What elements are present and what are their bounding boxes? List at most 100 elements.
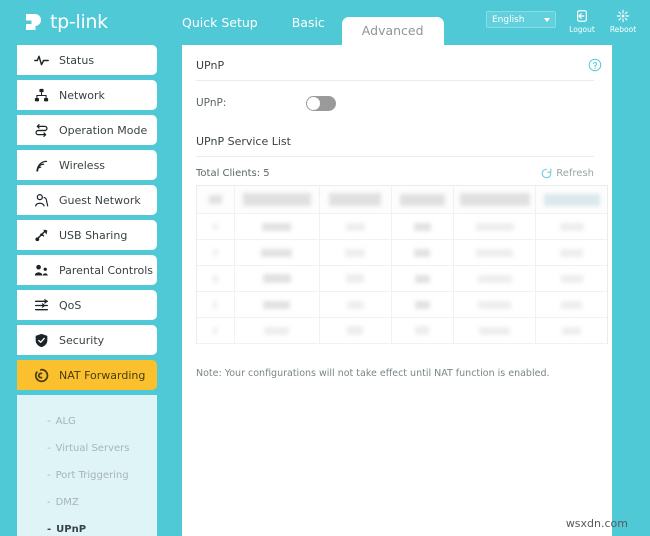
table-cell <box>454 292 537 317</box>
table-cell <box>197 318 235 343</box>
sidebar-subitem-port-triggering[interactable]: - Port Triggering <box>17 462 157 489</box>
table-cell <box>392 318 455 343</box>
sidebar-item-wireless[interactable]: Wireless <box>17 150 157 180</box>
logout-button[interactable]: Logout <box>567 8 597 34</box>
sidebar-item-label: Parental Controls <box>59 263 153 277</box>
table-header-cell <box>320 186 392 213</box>
upnp-section-title: UPnP <box>196 59 225 72</box>
table-cell <box>320 318 392 343</box>
sidebar-item-label: USB Sharing <box>59 228 128 242</box>
refresh-label: Refresh <box>556 167 594 179</box>
upnp-toggle-switch[interactable] <box>306 95 336 111</box>
help-question-icon[interactable] <box>588 57 602 72</box>
submenu-dash: - <box>47 497 51 508</box>
chevron-down-icon <box>544 17 550 22</box>
nat-note: Note: Your configurations will not take … <box>196 368 550 379</box>
submenu-dash: - <box>47 443 51 454</box>
sidebar-subitem-upnp[interactable]: - UPnP <box>17 516 157 536</box>
table-cell <box>197 240 235 265</box>
table-cell <box>235 266 320 291</box>
refresh-icon <box>541 164 552 183</box>
table-cell <box>536 266 607 291</box>
sidebar-subitem-dmz[interactable]: - DMZ <box>17 489 157 516</box>
sidebar-item-label: Network <box>59 88 105 102</box>
table-cell <box>392 292 455 317</box>
logout-label: Logout <box>569 25 595 34</box>
usb-icon <box>34 228 52 243</box>
qos-sliders-icon <box>34 298 52 313</box>
table-cell <box>197 292 235 317</box>
submenu-dash: - <box>47 524 52 535</box>
sidebar-item-security[interactable]: Security <box>17 325 157 355</box>
sidebar-subitem-label: Virtual Servers <box>55 443 130 454</box>
table-header-cell <box>454 186 537 213</box>
table-row[interactable] <box>197 318 607 344</box>
sidebar-subitem-label: DMZ <box>55 497 79 508</box>
sidebar-item-nat-forwarding[interactable]: NAT Forwarding <box>17 360 157 390</box>
brand-name: tp-link <box>50 10 108 33</box>
sidebar-item-usb-sharing[interactable]: USB Sharing <box>17 220 157 250</box>
table-header-row <box>197 186 607 214</box>
header-controls: English Logout Reboot <box>486 8 638 34</box>
sidebar-item-label: Guest Network <box>59 193 141 207</box>
table-cell <box>536 292 607 317</box>
sidebar-subitem-label: Port Triggering <box>55 470 129 481</box>
table-cell <box>536 318 607 343</box>
sidebar-submenu-nat-forwarding: - ALG - Virtual Servers - Port Triggering -… <box>17 395 157 536</box>
table-header-cell <box>197 186 235 213</box>
table-cell <box>454 318 537 343</box>
upnp-service-table <box>196 185 608 344</box>
table-cell <box>454 266 537 291</box>
sidebar-item-label: Status <box>59 53 95 67</box>
network-tree-icon <box>34 88 52 103</box>
main-content-panel: UPnP UPnP: UPnP Service List Total Clien… <box>182 45 612 536</box>
sidebar-item-parental-controls[interactable]: Parental Controls <box>17 255 157 285</box>
sidebar-item-status[interactable]: Status <box>17 45 157 75</box>
toggle-knob <box>307 96 320 110</box>
sidebar-item-qos[interactable]: QoS <box>17 290 157 320</box>
service-list-toolbar: Total Clients: 5 Refresh <box>196 157 594 185</box>
sidebar-subitem-label: UPnP <box>56 524 87 535</box>
table-header-cell <box>536 186 607 213</box>
language-value: English <box>492 14 525 25</box>
sidebar-item-label: Operation Mode <box>59 123 148 137</box>
reboot-button[interactable]: Reboot <box>608 8 638 34</box>
upnp-field-label: UPnP: <box>196 97 227 109</box>
sidebar-item-operation-mode[interactable]: Operation Mode <box>17 115 157 145</box>
watermark: wsxdn.com <box>565 517 628 530</box>
sidebar-subitem-virtual-servers[interactable]: - Virtual Servers <box>17 435 157 462</box>
table-cell <box>536 214 607 239</box>
table-cell <box>235 292 320 317</box>
table-cell <box>320 266 392 291</box>
table-row[interactable] <box>197 266 607 292</box>
tab-quick-setup[interactable]: Quick Setup <box>165 0 275 45</box>
reboot-label: Reboot <box>609 25 637 34</box>
language-select[interactable]: English <box>486 11 556 28</box>
reboot-icon <box>616 8 630 23</box>
refresh-button[interactable]: Refresh <box>541 164 594 183</box>
brand-logo: tp-link <box>22 9 108 34</box>
table-row[interactable] <box>197 214 607 240</box>
sidebar-item-network[interactable]: Network <box>17 80 157 110</box>
logout-icon <box>575 8 589 23</box>
upnp-toggle-row: UPnP: <box>196 81 594 125</box>
pulse-icon <box>34 53 52 68</box>
tab-basic[interactable]: Basic <box>275 0 342 45</box>
sidebar-item-guest-network[interactable]: Guest Network <box>17 185 157 215</box>
table-cell <box>392 266 455 291</box>
sidebar-nav: Status Network Operation Mode Wireless G… <box>0 45 165 536</box>
table-header-cell <box>392 186 455 213</box>
table-cell <box>392 240 455 265</box>
table-cell <box>320 214 392 239</box>
wifi-signal-icon <box>34 158 52 173</box>
table-row[interactable] <box>197 240 607 266</box>
sidebar-subitem-alg[interactable]: - ALG <box>17 408 157 435</box>
tab-advanced[interactable]: Advanced <box>341 17 444 45</box>
app-header: tp-link Quick Setup Basic Advanced Engli… <box>0 0 650 45</box>
table-header-cell <box>235 186 320 213</box>
table-row[interactable] <box>197 292 607 318</box>
table-cell <box>454 240 537 265</box>
table-cell <box>454 214 537 239</box>
guest-users-icon <box>34 193 52 208</box>
table-cell <box>235 214 320 239</box>
